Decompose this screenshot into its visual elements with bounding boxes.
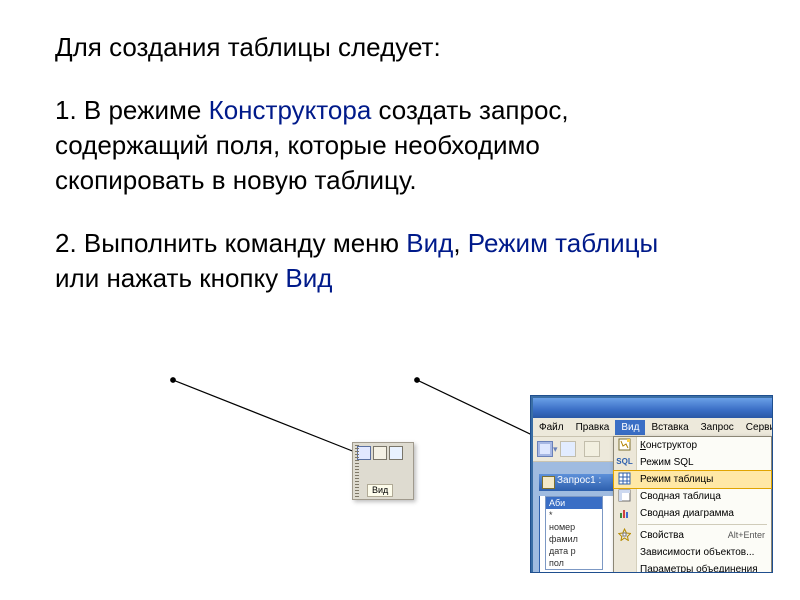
menu-item-dependencies-label: Зависимости объектов... — [640, 546, 754, 559]
menu-service[interactable]: Сервис — [740, 420, 772, 435]
slide: Для создания таблицы следует: 1. В режим… — [0, 0, 800, 600]
step-2: 2. Выполнить команду меню Вид, Режим таб… — [55, 226, 695, 296]
view-button-icon[interactable] — [357, 446, 371, 460]
view-button-callout: Вид — [352, 442, 414, 500]
menu-item-sql-label: Режим SQL — [640, 456, 694, 469]
step-1-prefix: 1. В режиме — [55, 95, 209, 125]
menu-item-pivot-table[interactable]: Сводная таблица — [614, 488, 771, 505]
toolbar-grip — [355, 445, 359, 497]
field-list: Аби * номер фамил дата р пол — [545, 496, 603, 570]
properties-icon — [617, 528, 632, 541]
pivot-chart-icon — [617, 506, 632, 519]
step-2-hl-view: Вид — [406, 228, 453, 258]
field-lastname[interactable]: фамил — [546, 533, 602, 545]
menu-query[interactable]: Запрос — [695, 420, 740, 435]
menu-item-join-params[interactable]: Параметры объединения — [614, 561, 771, 572]
menu-item-designer[interactable]: Конструктор — [614, 437, 771, 454]
menu-item-dependencies[interactable]: Зависимости объектов... — [614, 544, 771, 561]
heading: Для создания таблицы следует: — [55, 30, 695, 65]
step-2-mid: или нажать кнопку — [55, 263, 285, 293]
menu-view[interactable]: Вид — [615, 420, 645, 435]
step-1-highlight: Конструктора — [209, 95, 372, 125]
menu-item-properties[interactable]: Свойства Alt+Enter — [614, 527, 771, 544]
menubar: Файл Правка Вид Вставка Запрос Сервис Ок — [533, 418, 772, 437]
menu-insert[interactable]: Вставка — [645, 420, 694, 435]
step-2-comma: , — [453, 228, 467, 258]
menu-item-sql[interactable]: SQL Режим SQL — [614, 454, 771, 471]
view-tooltip: Вид — [367, 484, 393, 497]
toolbar-view-icon[interactable] — [537, 441, 553, 457]
menu-item-pivot-table-label: Сводная таблица — [640, 490, 721, 503]
designer-icon — [617, 438, 632, 451]
main-text: Для создания таблицы следует: 1. В режим… — [55, 30, 695, 325]
step-1: 1. В режиме Конструктора создать запрос,… — [55, 93, 695, 198]
field-gender[interactable]: пол — [546, 557, 602, 569]
toolbar-save-icon[interactable] — [560, 441, 576, 457]
step-2-prefix: 2. Выполнить команду меню — [55, 228, 406, 258]
menu-item-pivot-chart[interactable]: Сводная диаграмма — [614, 505, 771, 522]
save-button-icon[interactable] — [389, 446, 403, 460]
datasheet-icon — [617, 472, 632, 485]
access-window: Файл Правка Вид Вставка Запрос Сервис Ок… — [531, 396, 772, 572]
menu-separator-1 — [638, 524, 767, 525]
menu-edit[interactable]: Правка — [570, 420, 616, 435]
field-number[interactable]: номер — [546, 521, 602, 533]
step-2-hl-datasheet: Режим таблицы — [468, 228, 658, 258]
step-2-hl-button: Вид — [285, 263, 332, 293]
menu-item-properties-shortcut: Alt+Enter — [728, 529, 765, 542]
toolbar-print-icon[interactable] — [584, 441, 600, 457]
field-star[interactable]: * — [546, 509, 602, 521]
menu-item-properties-label: Свойства — [640, 529, 684, 542]
menu-item-datasheet[interactable]: Режим таблицы — [613, 470, 772, 489]
pivot-table-icon — [617, 489, 632, 502]
field-list-header: Аби — [546, 497, 602, 509]
menu-file[interactable]: Файл — [533, 420, 570, 435]
menu-item-join-params-label: Параметры объединения — [640, 563, 758, 572]
titlebar — [533, 398, 772, 418]
field-date[interactable]: дата р — [546, 545, 602, 557]
menu-item-pivot-chart-label: Сводная диаграмма — [640, 507, 734, 520]
sql-icon: SQL — [617, 455, 632, 468]
toolbar-button-2[interactable] — [373, 446, 387, 460]
view-dropdown-menu: Конструктор SQL Режим SQL Режим таблицы … — [613, 436, 772, 572]
menu-item-datasheet-label: Режим таблицы — [640, 473, 713, 486]
